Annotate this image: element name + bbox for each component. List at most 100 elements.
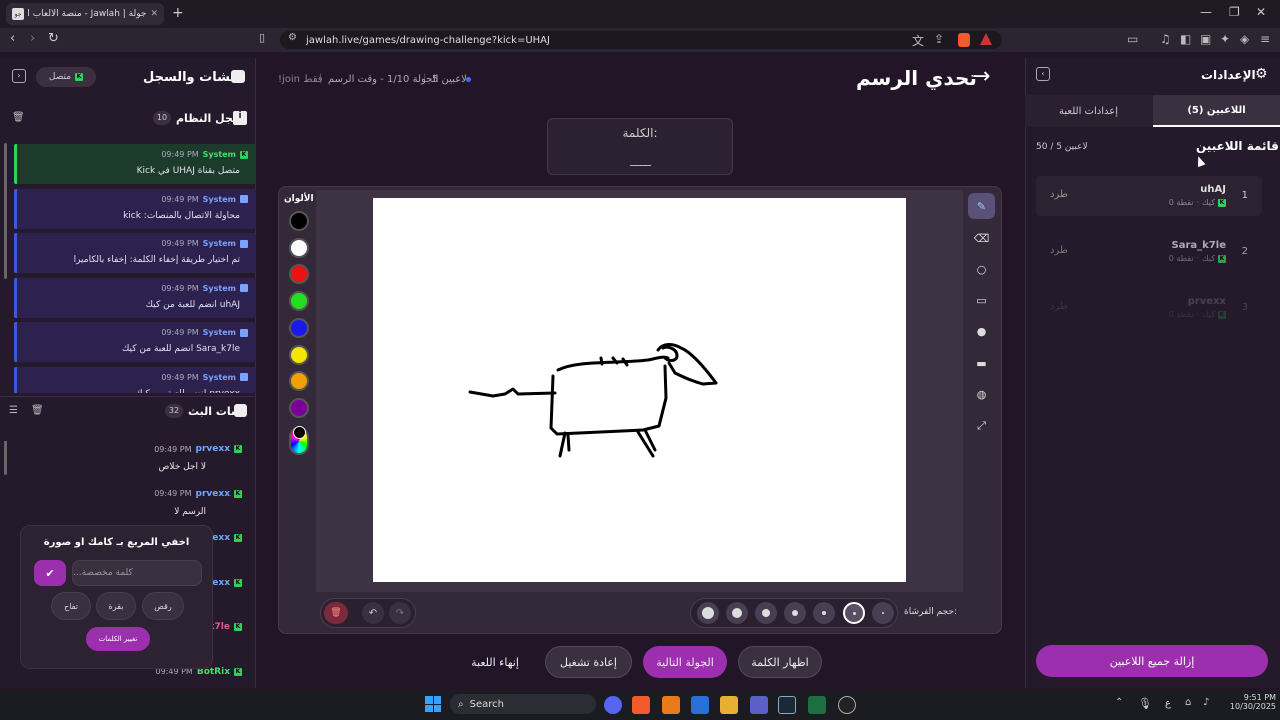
leo-ai-icon[interactable]: ✦ [1220, 32, 1230, 46]
remove-all-players-button[interactable]: إزالة جميع اللاعبين [1036, 645, 1268, 677]
steam-icon[interactable] [778, 696, 796, 714]
vpn-icon[interactable]: ◈ [1240, 32, 1249, 46]
show-word-button[interactable]: اظهار الكلمة [738, 646, 822, 678]
brush-size-1-selected[interactable] [843, 602, 865, 624]
file-explorer-icon[interactable] [720, 696, 738, 714]
pen-tool[interactable]: ✎ [968, 193, 995, 219]
panel-icon[interactable]: ◧ [1180, 32, 1191, 46]
color-swatch[interactable] [289, 317, 309, 338]
fill-bucket-tool[interactable]: ◍ [968, 381, 995, 407]
forward-icon[interactable]: › [30, 31, 35, 46]
sidebar-icon[interactable]: ▭ [1127, 32, 1138, 46]
settings-title: الإعدادات [1201, 68, 1256, 82]
discord-icon[interactable] [604, 696, 622, 714]
pen-icon: ✎ [976, 199, 987, 213]
url-text: jawlah.live/games/drawing-challenge?kick… [306, 34, 550, 46]
redo-button[interactable]: ↷ [389, 602, 411, 624]
brave-shield-icon[interactable] [958, 33, 970, 47]
clear-canvas-button[interactable]: 🗑 [324, 602, 348, 624]
tab-players[interactable]: اللاعبين (5) [1153, 95, 1280, 127]
maximize-icon[interactable]: ❐ [1229, 5, 1240, 19]
drawing-sketch [468, 343, 718, 458]
search-icon: ⌕ [458, 698, 464, 710]
message-user: prvexx [195, 444, 230, 454]
clear-log-trash-icon[interactable]: 🗑 [12, 112, 25, 123]
color-swatch[interactable] [289, 397, 309, 418]
brave-icon[interactable] [632, 696, 650, 714]
kick-player-button[interactable]: طرد [1050, 301, 1068, 312]
microphone-icon[interactable]: 🎙 [1138, 697, 1152, 710]
window-close-icon[interactable]: ✕ [1256, 5, 1266, 19]
color-swatch[interactable] [289, 211, 309, 231]
language-indicator[interactable]: ع [1165, 698, 1171, 709]
clear-chat-trash-icon[interactable]: 🗑 [31, 405, 44, 416]
share-icon[interactable]: ⇪ [934, 32, 944, 46]
filled-circle-tool[interactable]: ● [968, 318, 995, 344]
filled-rectangle-tool[interactable]: ▬ [968, 350, 995, 376]
capture-icon[interactable] [691, 696, 709, 714]
clock-date: 10/30/2025 [1229, 702, 1276, 711]
brush-size-6[interactable] [697, 602, 719, 624]
brush-size-2[interactable] [813, 602, 835, 624]
kick-player-button[interactable]: طرد [1050, 245, 1068, 256]
menu-icon[interactable]: ≡ [1260, 32, 1270, 46]
brush-size-3[interactable] [784, 602, 806, 624]
line-tool[interactable]: ⤢ [968, 413, 995, 439]
wallet-icon[interactable]: ▣ [1200, 32, 1211, 46]
log-scrollbar[interactable] [4, 143, 7, 279]
collapse-panel-icon[interactable]: › [12, 69, 26, 83]
undo-button[interactable]: ↶ [362, 602, 384, 624]
bookmark-icon[interactable]: ▯ [259, 31, 265, 44]
player-row: 2 Sara_k7le 0 نقطة · كيك K طرد [1036, 232, 1262, 272]
custom-word-input[interactable]: كلمة مخصصة... [72, 560, 202, 586]
chat-list-icon[interactable]: ☰ [9, 405, 18, 416]
reload-icon[interactable]: ↻ [48, 31, 59, 46]
clock[interactable]: 9:51 PM 10/30/2025 [1226, 693, 1276, 711]
windows-start-icon[interactable] [425, 696, 441, 712]
media-icon[interactable]: ♫ [1160, 32, 1171, 46]
color-swatch[interactable] [289, 344, 309, 365]
network-icon[interactable]: ⌂ [1185, 697, 1191, 708]
color-swatch[interactable] [289, 291, 309, 312]
minimize-icon[interactable]: — [1200, 5, 1212, 19]
word-chip-cow[interactable]: بقرة [96, 592, 136, 620]
browser-tab[interactable]: جو جولة | Jawlah - منصة الألعاب التفا...… [6, 3, 164, 25]
obs-icon[interactable] [838, 696, 856, 714]
back-icon[interactable]: ‹ [10, 31, 15, 46]
change-words-button[interactable]: تغيير الكلمات [86, 627, 150, 651]
circle-tool[interactable]: ○ [968, 256, 995, 282]
eraser-tool[interactable]: ⌫ [968, 225, 995, 251]
kick-player-button[interactable]: طرد [1050, 189, 1068, 200]
tab-close-icon[interactable]: ✕ [150, 9, 158, 19]
filled-rectangle-icon: ▬ [976, 356, 987, 370]
rectangle-tool[interactable]: ▭ [968, 287, 995, 313]
tab-game-settings[interactable]: إعدادات اللعبة [1025, 95, 1152, 127]
collapse-settings-icon[interactable]: ‹ [1036, 67, 1050, 81]
translate-icon[interactable]: 文 [912, 32, 924, 49]
message-text: Sara_k7le انضم للعبة من كيك [121, 344, 240, 354]
url-bar[interactable]: jawlah.live/games/drawing-challenge?kick… [280, 31, 1002, 49]
brave-rewards-icon[interactable] [980, 33, 992, 45]
drawing-canvas[interactable] [373, 198, 906, 582]
excel-icon[interactable] [808, 696, 826, 714]
teams-icon[interactable] [750, 696, 768, 714]
taskbar-search[interactable]: ⌕ Search [450, 694, 596, 714]
brush-size-4[interactable] [755, 602, 777, 624]
color-swatch[interactable] [289, 237, 309, 258]
end-game-button[interactable]: إنهاء اللعبة [460, 646, 530, 678]
brush-size-0[interactable] [872, 602, 894, 624]
tray-chevron-icon[interactable]: ⌃ [1115, 697, 1123, 708]
chat-scrollbar[interactable] [4, 441, 7, 475]
word-chip-dance[interactable]: رقص [142, 592, 184, 620]
app-icon[interactable] [662, 696, 680, 714]
next-round-button[interactable]: الجولة التالية [643, 646, 727, 678]
message-header: 09:49 PM System K [161, 150, 248, 159]
new-tab-button[interactable]: + [172, 5, 184, 21]
site-info-icon[interactable]: ⚙ [288, 32, 297, 43]
restart-button[interactable]: إعادة تشغيل [545, 646, 632, 678]
volume-icon[interactable]: ♪ [1203, 697, 1209, 708]
word-chip-apple[interactable]: تفاح [51, 592, 91, 620]
confirm-word-button[interactable]: ✔ [34, 560, 66, 586]
back-arrow-icon[interactable]: → [972, 64, 990, 89]
brush-size-5[interactable] [726, 602, 748, 624]
